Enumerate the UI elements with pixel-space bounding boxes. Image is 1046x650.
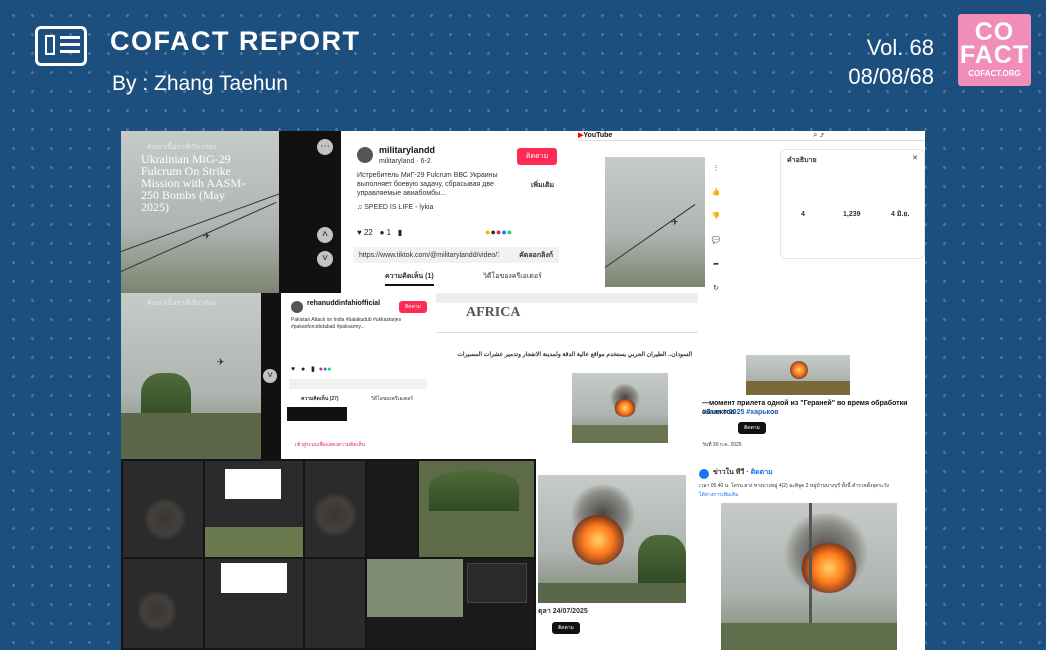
thumbnail[interactable] [123, 559, 203, 648]
likes-count: 1,239 [843, 211, 861, 218]
youtube-logo[interactable]: ▶YouTube [578, 131, 612, 139]
thumbnail[interactable] [367, 559, 534, 648]
screenshot-collage: ✈ ค้นหาเนื้อหาที่เกี่ยวข้อง Ukrainian Mi… [121, 131, 925, 650]
fb-post-right: ข่าวใน ทีวี · ติดตาม เวลา 05.40 น. โดรน … [693, 459, 925, 650]
handle: militaryland · 6-2 [379, 158, 431, 165]
chevron-up-icon[interactable]: ˄ [317, 227, 333, 243]
volume-label: Vol. 68 [866, 35, 934, 60]
reaction-bar[interactable]: ♥ ● ▮ ●●● [291, 365, 332, 373]
youtube-side-actions: ⋮ 👍 👎 💬 ➦ ↻ [708, 157, 724, 292]
url-box[interactable]: https://www.tiktok.com/@militarylandd/vi… [353, 247, 559, 263]
fb-post-small: ตุลา 24/07/2025 ติดตาม [536, 459, 693, 650]
video-caption: Ukrainian MiG-29 Fulcrum On Strike Missi… [141, 152, 246, 214]
browser-bar[interactable] [436, 293, 698, 303]
username[interactable]: militarylandd [379, 145, 435, 155]
site-logo[interactable]: AFRICA [466, 305, 520, 321]
issue-info: Vol. 68 08/08/68 [848, 33, 934, 91]
post-date: วันที่ 30 ก.ค. 2025 [702, 442, 742, 448]
follow-button[interactable]: ติดตาม [738, 422, 766, 434]
video-controls-strip-2: ˅ [261, 293, 281, 459]
report-title: COFACT REPORT [110, 26, 361, 56]
aircraft-icon: ✈ [203, 231, 211, 241]
issue-date: 08/08/68 [848, 64, 934, 89]
thumbnail[interactable] [205, 559, 303, 648]
login-prompt[interactable]: เข้าสู่ระบบเพื่อแสดงความคิดเห็น [295, 441, 365, 450]
tiktok-post-small: rehanuddinfahiofficial ติดตาม Pakistan A… [281, 293, 436, 459]
aircraft-icon: ✈ [217, 357, 225, 367]
post-date: ตุลา 24/07/2025 [538, 608, 588, 615]
youtube-video[interactable]: ✈ [604, 157, 705, 287]
see-more-link[interactable]: ได้ทางการเพิ่มเติม [699, 491, 738, 500]
video-tile-2[interactable]: ค้นหาเนื้อหาที่เกี่ยวข้อง ✈ [121, 293, 279, 459]
upload-date: 4 มิ.ย. [891, 211, 910, 218]
views-count: 4 [801, 211, 805, 218]
avatar [357, 147, 373, 163]
report-icon [35, 26, 87, 66]
logo-site: COFACT.ORG [968, 69, 1021, 78]
chevron-down-icon[interactable]: ˅ [317, 251, 333, 267]
description-title: คำอธิบาย [787, 157, 817, 164]
nav-menu[interactable] [436, 325, 698, 333]
more-link[interactable]: เพิ่มเติม [531, 181, 554, 190]
redacted-comment [287, 407, 347, 421]
video-controls-strip: ⋯ ˄ ˅ [279, 131, 341, 293]
social-post-russian: —момент прилета одной из "Гераней" во вр… [698, 293, 925, 459]
action-icons[interactable]: ⋮ 👍 👎 💬 ➦ ↻ [708, 157, 724, 293]
article-image [572, 373, 668, 443]
bookmark-icon[interactable]: ▮ [398, 228, 402, 237]
video-tile-mig29[interactable]: ✈ ค้นหาเนื้อหาที่เกี่ยวข้อง Ukrainian Mi… [121, 131, 279, 293]
url-box[interactable] [289, 379, 427, 389]
post-url: https://www.tiktok.com/@militarylandd/vi… [359, 252, 499, 259]
thumbnail[interactable] [305, 559, 365, 648]
tab-creator-videos[interactable]: วิดีโอของครีเอเตอร์ [483, 272, 542, 281]
more-icon[interactable]: ⋯ [317, 139, 333, 155]
search-icon[interactable]: ⌕ ⤴ [813, 131, 824, 140]
search-bar[interactable]: ค้นหาเนื้อหาที่เกี่ยวข้อง [147, 299, 217, 309]
share-icons[interactable]: ●●●●● [485, 227, 512, 237]
cofact-logo: CO FACT COFACT.ORG [958, 14, 1031, 86]
thumbnail[interactable] [123, 461, 203, 557]
thumbnail[interactable] [367, 461, 417, 557]
thumbnail[interactable] [205, 461, 303, 557]
follow-button[interactable]: ติดตาม [399, 301, 427, 313]
page-avatar [699, 469, 709, 479]
aircraft-icon: ✈ [671, 217, 679, 227]
tiktok-post-main: militarylandd militaryland · 6-2 ติดตาม … [341, 131, 578, 293]
post-description: Pakistan Attack on India #balakudub #ukk… [291, 317, 402, 330]
tiktok-thumbnail-grid [121, 459, 536, 650]
copy-link-button[interactable]: คัดลอกลิงก์ [519, 251, 553, 260]
article-headline[interactable]: السودان.. الطيران الحربي يستخدم مواقع عا… [456, 351, 692, 360]
comment-count: 1 [386, 228, 392, 237]
follow-button[interactable]: ติดตาม [517, 148, 558, 165]
thumbnail[interactable] [305, 461, 365, 557]
heart-icon[interactable]: ♥ [357, 228, 362, 237]
avatar [291, 301, 303, 313]
post-image[interactable] [721, 503, 897, 650]
youtube-topbar: ▶YouTube ⌕ ⤴ [578, 131, 925, 141]
post-image [746, 355, 850, 395]
page-name[interactable]: ข่าวใน ทีวี · ติดตาม [713, 468, 773, 477]
thumbnail[interactable] [419, 461, 534, 557]
close-icon[interactable]: ✕ [912, 154, 918, 163]
tab-comments[interactable]: ความคิดเห็น (27) [301, 395, 339, 404]
comment-icon[interactable]: ● [380, 228, 385, 237]
author-byline: By : Zhang Taehun [112, 72, 288, 95]
tab-creator-videos[interactable]: วิดีโอของครีเอเตอร์ [371, 395, 413, 404]
post-image[interactable] [538, 475, 686, 603]
tab-comments[interactable]: ความคิดเห็น (1) [385, 272, 434, 286]
reaction-bar: ♥ 22 ● 1 ▮ [357, 228, 402, 237]
youtube-page: ▶YouTube ⌕ ⤴ ✈ ⋮ 👍 👎 💬 ➦ ↻ คำอธิบาย ✕ 4 1,239… [578, 131, 925, 293]
like-count: 22 [363, 228, 373, 237]
chevron-down-icon[interactable]: ˅ [263, 369, 277, 383]
post-hashtags[interactable]: #хата # 2025 #харьков [702, 408, 779, 417]
ground [121, 413, 279, 459]
africa-news-page: AFRICA السودان.. الطيران الحربي يستخدم م… [436, 293, 698, 459]
follow-button[interactable]: ติดตาม [552, 622, 580, 634]
post-caption: เวลา 05.40 น. โดรน ยาง ทางบางหมู่ 4(2) ล… [699, 483, 889, 489]
logo-line2: FACT [959, 41, 1030, 69]
post-description: Истребитель МиГ-29 Fulcrum ВВС Украины в… [357, 172, 498, 197]
sound-label[interactable]: ♫ SPEED IS LIFE - lykia [357, 203, 433, 212]
username[interactable]: rehanuddinfahiofficial [307, 300, 380, 307]
description-panel: คำอธิบาย ✕ 4 1,239 4 มิ.ย. [780, 149, 925, 259]
